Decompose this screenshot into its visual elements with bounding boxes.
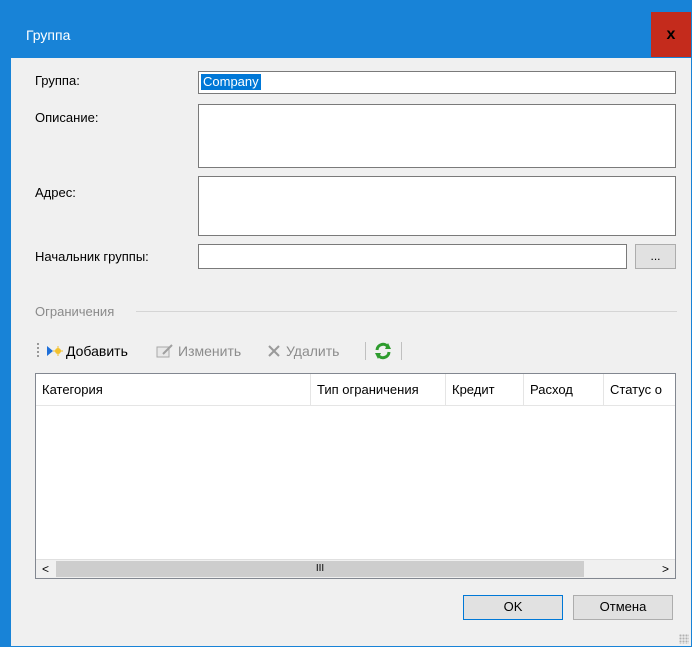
add-icon xyxy=(45,343,63,359)
group-name-value: Company xyxy=(201,74,261,90)
horizontal-scrollbar[interactable]: < III > xyxy=(36,559,675,578)
group-divider xyxy=(136,311,677,312)
scroll-right-icon[interactable]: > xyxy=(656,560,675,578)
toolbar-separator-end xyxy=(401,342,402,360)
refresh-button[interactable] xyxy=(373,336,393,366)
cancel-button[interactable]: Отмена xyxy=(573,595,673,620)
add-button[interactable]: Добавить xyxy=(45,336,128,366)
resize-grip-icon[interactable] xyxy=(679,634,689,644)
manager-label: Начальник группы: xyxy=(35,249,149,264)
column-header-expense[interactable]: Расход xyxy=(524,374,604,405)
browse-manager-button[interactable]: ... xyxy=(635,244,676,269)
delete-button[interactable]: Удалить xyxy=(266,336,339,366)
address-label: Адрес: xyxy=(35,185,76,200)
address-input[interactable] xyxy=(198,176,676,236)
description-label: Описание: xyxy=(35,110,99,125)
manager-input[interactable] xyxy=(198,244,627,269)
group-name-input[interactable]: Company xyxy=(198,71,676,94)
toolbar-grip[interactable] xyxy=(37,343,39,359)
delete-icon xyxy=(266,343,282,359)
restrictions-table[interactable]: Категория Тип ограничения Кредит Расход … xyxy=(35,373,676,579)
window-title: Группа xyxy=(26,27,71,43)
column-header-credit[interactable]: Кредит xyxy=(446,374,524,405)
edit-icon xyxy=(156,343,174,359)
close-icon: x xyxy=(666,25,676,43)
restrictions-toolbar: Добавить Изменить Удалить xyxy=(35,336,403,366)
restrictions-group-label: Ограничения xyxy=(35,304,115,319)
group-label: Группа: xyxy=(35,73,80,88)
description-input[interactable] xyxy=(198,104,676,168)
column-header-status[interactable]: Статус о xyxy=(604,374,675,405)
column-header-category[interactable]: Категория xyxy=(36,374,311,405)
close-button[interactable]: x xyxy=(651,12,691,57)
scroll-thumb[interactable]: III xyxy=(56,561,584,577)
ok-button[interactable]: OK xyxy=(463,595,563,620)
column-header-restriction-type[interactable]: Тип ограничения xyxy=(311,374,446,405)
edit-label: Изменить xyxy=(178,343,242,359)
toolbar-separator xyxy=(365,342,366,360)
scroll-left-icon[interactable]: < xyxy=(36,560,55,578)
delete-label: Удалить xyxy=(286,343,340,359)
edit-button[interactable]: Изменить xyxy=(156,336,241,366)
add-label: Добавить xyxy=(66,343,128,359)
table-header: Категория Тип ограничения Кредит Расход … xyxy=(36,374,675,406)
title-bar[interactable]: Группа x xyxy=(0,0,692,58)
refresh-icon xyxy=(373,342,393,360)
